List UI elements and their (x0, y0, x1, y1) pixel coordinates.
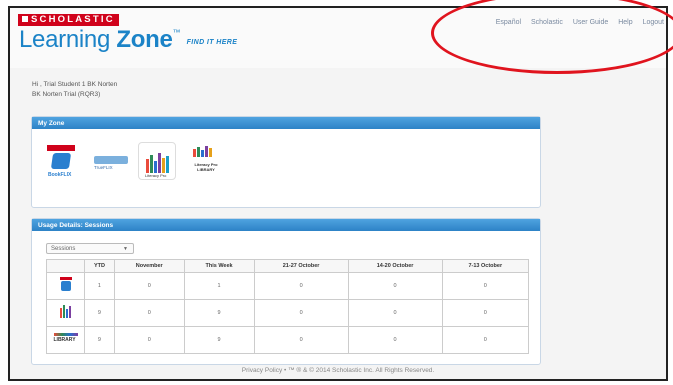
col-7-13-october[interactable]: 7-13 October (441, 259, 530, 273)
table-row: 9 0 9 0 0 0 (46, 299, 530, 327)
book-icon (50, 153, 72, 169)
literacy-pro-tile[interactable]: Literacy Pro (138, 142, 176, 180)
table-row: LIBRARY 9 0 9 0 0 0 (46, 326, 530, 354)
usage-details-panel: Usage Details: Sessions Sessions ▼ YTD N… (31, 218, 541, 365)
bookflix-tile[interactable]: BookFLIX (42, 142, 80, 180)
chevron-down-icon: ▼ (123, 246, 128, 252)
table-row: 1 0 1 0 0 0 (46, 272, 530, 300)
usage-title: Usage Details: Sessions (32, 219, 540, 231)
learning-zone-logo[interactable]: Learning Zone™ FIND IT HERE (19, 26, 237, 54)
scholastic-logo[interactable]: SCHOLASTIC (18, 14, 119, 26)
truflix-logo-icon (94, 156, 128, 164)
usage-table: YTD November This Week 21-27 October 14-… (46, 259, 530, 354)
truflix-tile[interactable]: TrueFLIX (90, 142, 128, 180)
user-greeting: Hi , Trial Student 1 BK Norten BK Norten… (32, 81, 118, 98)
col-14-20-october[interactable]: 14-20 October (347, 259, 443, 273)
col-product (46, 259, 85, 273)
bookflix-row-icon (46, 272, 85, 300)
literacy-pro-library-tile[interactable]: Literacy Pro LIBRARY (186, 142, 224, 180)
footer: Privacy Policy • ™ ® & © 2014 Scholastic… (241, 367, 435, 374)
literacy-pro-row-icon (46, 299, 85, 327)
metric-select[interactable]: Sessions ▼ (46, 243, 134, 254)
bookflix-banner-icon (47, 145, 75, 151)
col-ytd[interactable]: YTD (84, 259, 115, 273)
my-zone-panel: My Zone BookFLIX TrueFLIX Literacy Pro L… (31, 116, 541, 208)
library-row-icon: LIBRARY (46, 326, 85, 354)
col-21-27-october[interactable]: 21-27 October (253, 259, 349, 273)
my-zone-title: My Zone (32, 117, 540, 129)
col-this-week[interactable]: This Week (183, 259, 255, 273)
col-november[interactable]: November (113, 259, 185, 273)
